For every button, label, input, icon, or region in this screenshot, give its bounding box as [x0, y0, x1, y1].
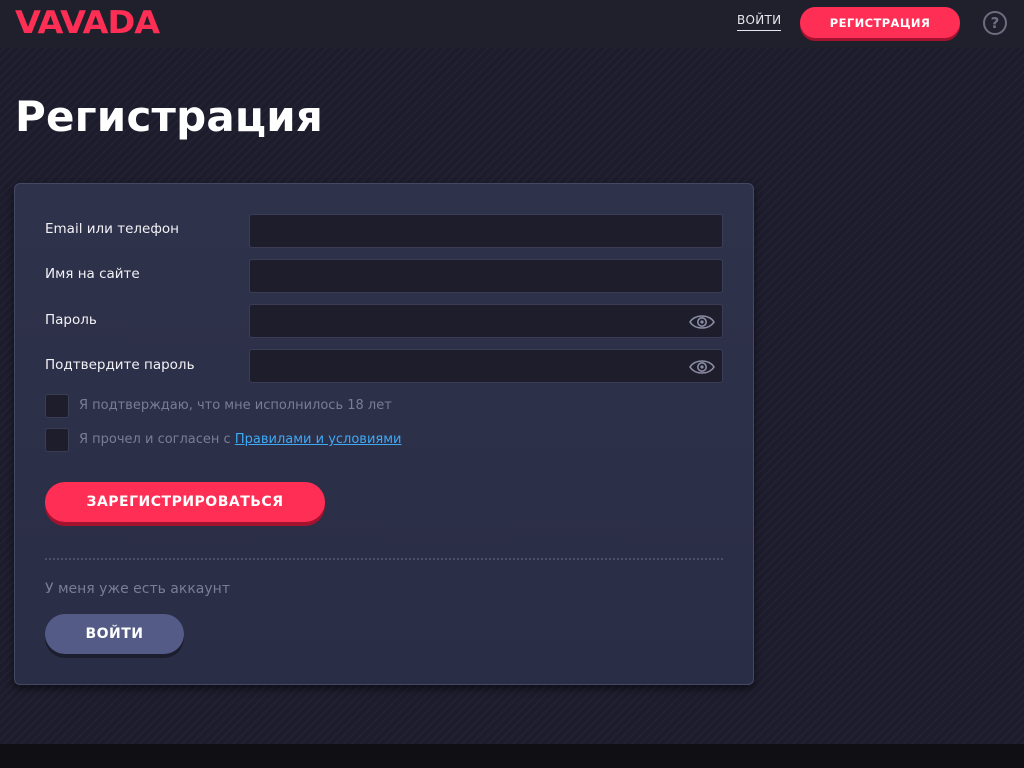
username-label: Имя на сайте [45, 266, 140, 282]
register-submit-button[interactable]: ЗАРЕГИСТРИРОВАТЬСЯ [45, 482, 325, 522]
terms-prefix: Я прочел и согласен с [79, 432, 235, 447]
email-phone-input[interactable] [249, 214, 723, 248]
registration-form: Email или телефон Имя на сайте Пароль По… [14, 183, 754, 685]
password-input[interactable] [249, 304, 723, 338]
username-input[interactable] [249, 259, 723, 293]
page-title: Регистрация [15, 92, 324, 141]
eye-icon[interactable] [689, 313, 715, 331]
terms-checkbox[interactable] [45, 428, 69, 452]
divider [45, 558, 723, 560]
age-checkbox[interactable] [45, 394, 69, 418]
confirm-password-input[interactable] [249, 349, 723, 383]
confirm-password-label: Подтвердите пароль [45, 357, 195, 373]
age-confirm-label: Я подтверждаю, что мне исполнилось 18 ле… [79, 398, 392, 413]
email-label: Email или телефон [45, 221, 179, 237]
login-button[interactable]: ВОЙТИ [45, 614, 184, 654]
password-label: Пароль [45, 312, 97, 328]
top-header: VAVADA ВОЙТИ РЕГИСТРАЦИЯ ? [0, 0, 1024, 48]
header-login-link[interactable]: ВОЙТИ [737, 13, 782, 31]
vavada-logo[interactable]: VAVADA [15, 6, 160, 40]
header-register-button[interactable]: РЕГИСТРАЦИЯ [800, 7, 960, 38]
terms-link[interactable]: Правилами и условиями [235, 432, 402, 447]
terms-label: Я прочел и согласен с Правилами и услови… [79, 432, 401, 447]
footer-strip [0, 744, 1024, 768]
have-account-text: У меня уже есть аккаунт [45, 581, 230, 597]
help-icon[interactable]: ? [983, 11, 1007, 35]
eye-icon[interactable] [689, 358, 715, 376]
